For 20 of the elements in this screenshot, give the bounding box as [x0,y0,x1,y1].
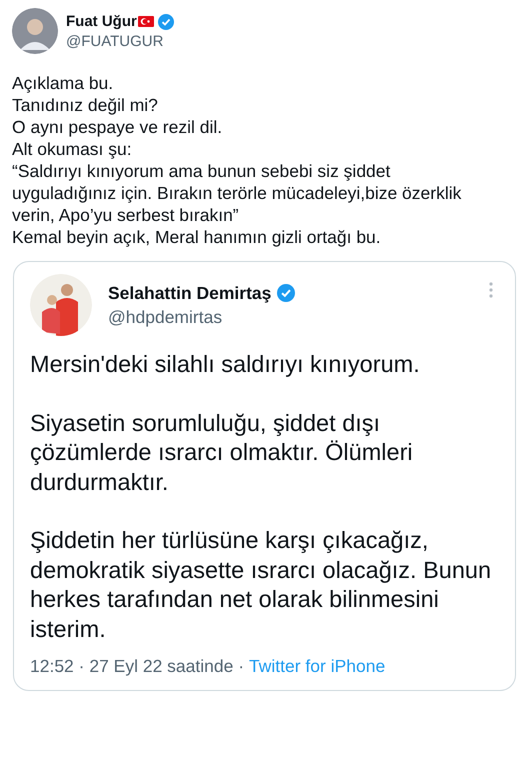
author-handle[interactable]: @hdpdemirtas [108,305,296,329]
tweet-text-line: O aynı pespaye ve rezil dil. [12,116,224,138]
quoted-tweet-card[interactable] [13,261,516,691]
avatar[interactable] [12,8,58,54]
author-name[interactable]: Selahattin Demirtaş [108,281,272,305]
quoted-tweet-paragraph: Şiddetin her türlüsüne karşı çıkacağız, demokratik siyasette ısrarcı olacağız. Bunun herkes tarafından net olarak bilinmesini isterim. [30,526,492,644]
author-handle[interactable]: @FUATUGUR [66,32,174,50]
tweet-text-line: “Saldırıyı kınıyorum ama bunun sebebi siz şiddet uyguladığınız için. Bırakın terörle mücadeleyi,bize özerklik verin, Apo’yu serbest bırakın” [12,160,462,226]
tweet-text-line: Kemal beyin açık, Meral hanımın gizli ortağı bu. [12,226,382,248]
tweet-text-line: Açıklama bu. [12,72,114,94]
timestamp: 12:52 · 27 Eyl 22 saatinde · [30,655,244,678]
verified-badge-icon [158,14,174,30]
author-name[interactable]: Fuat Uğur [66,12,137,32]
quoted-tweet-paragraph: Mersin'deki silahlı saldırıyı kınıyorum. [30,350,421,379]
tweet-text-line: Alt okuması şu: [12,138,133,160]
quoted-tweet-paragraph: Siyasetin sorumluluğu, şiddet dışı çözümlerde ısrarcı olmaktır. Ölümleri durdurmaktır. [30,408,414,496]
verified-badge-icon [277,284,296,302]
avatar[interactable] [30,274,92,336]
flag-icon [138,16,154,27]
tweet-text-line: Tanıdınız değil mi? [12,94,159,116]
